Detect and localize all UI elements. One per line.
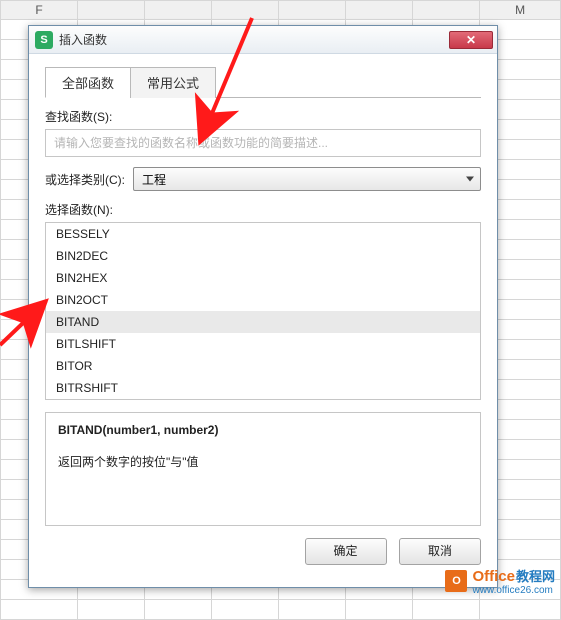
- category-label: 或选择类别(C):: [45, 171, 125, 188]
- close-button[interactable]: ✕: [449, 31, 493, 49]
- col-header[interactable]: [212, 1, 279, 20]
- function-item[interactable]: BITLSHIFT: [46, 333, 480, 355]
- col-header[interactable]: [413, 1, 480, 20]
- function-item[interactable]: BIN2HEX: [46, 267, 480, 289]
- col-header[interactable]: [346, 1, 413, 20]
- function-description: 返回两个数字的按位"与"值: [58, 453, 468, 472]
- watermark-brand: Office: [472, 568, 515, 585]
- cell[interactable]: [78, 600, 145, 620]
- cell[interactable]: [1, 600, 78, 620]
- ok-button[interactable]: 确定: [305, 538, 387, 565]
- function-item[interactable]: BIN2DEC: [46, 245, 480, 267]
- function-item[interactable]: BESSELY: [46, 223, 480, 245]
- watermark: O Office 教程网 www.office26.com: [445, 566, 555, 596]
- cell[interactable]: [413, 600, 480, 620]
- chevron-down-icon: [466, 177, 474, 182]
- close-icon: ✕: [466, 33, 476, 47]
- col-header[interactable]: F: [1, 1, 78, 20]
- category-select[interactable]: 工程: [133, 167, 481, 191]
- function-description-box: BITAND(number1, number2) 返回两个数字的按位"与"值: [45, 412, 481, 526]
- function-item[interactable]: BITAND: [46, 311, 480, 333]
- tab-common-formulas[interactable]: 常用公式: [130, 67, 216, 98]
- function-signature: BITAND(number1, number2): [58, 423, 468, 437]
- titlebar: S 插入函数 ✕: [29, 26, 497, 54]
- category-value: 工程: [142, 171, 166, 188]
- watermark-icon: O: [445, 570, 467, 592]
- function-item[interactable]: BITRSHIFT: [46, 377, 480, 399]
- dialog-title: 插入函数: [59, 31, 449, 48]
- function-list[interactable]: BESSELYBIN2DECBIN2HEXBIN2OCTBITANDBITLSH…: [45, 222, 481, 400]
- cell[interactable]: [145, 600, 212, 620]
- watermark-url: www.office26.com: [472, 585, 555, 596]
- cell[interactable]: [279, 600, 346, 620]
- col-header[interactable]: [145, 1, 212, 20]
- col-header[interactable]: [78, 1, 145, 20]
- cell[interactable]: [480, 600, 561, 620]
- app-icon: S: [35, 31, 53, 49]
- insert-function-dialog: S 插入函数 ✕ 全部函数 常用公式 查找函数(S): 或选择类别(C): 工程…: [28, 25, 498, 588]
- search-label: 查找函数(S):: [45, 108, 481, 125]
- cell[interactable]: [346, 600, 413, 620]
- function-list-label: 选择函数(N):: [45, 201, 481, 218]
- col-header[interactable]: M: [480, 1, 561, 20]
- search-input[interactable]: [45, 129, 481, 157]
- col-header[interactable]: [279, 1, 346, 20]
- function-item[interactable]: BIN2OCT: [46, 289, 480, 311]
- cancel-button[interactable]: 取消: [399, 538, 481, 565]
- tab-all-functions[interactable]: 全部函数: [45, 67, 131, 98]
- cell[interactable]: [212, 600, 279, 620]
- function-item[interactable]: BITOR: [46, 355, 480, 377]
- watermark-suffix: 教程网: [516, 566, 555, 585]
- tabs: 全部函数 常用公式: [45, 66, 481, 98]
